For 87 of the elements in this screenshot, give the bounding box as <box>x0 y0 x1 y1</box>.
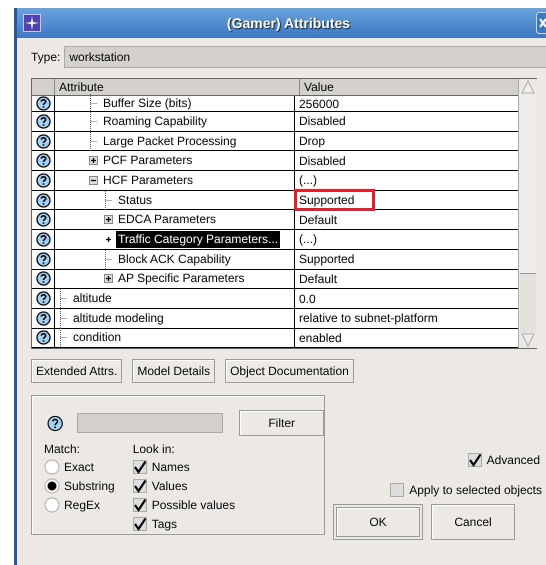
type-field[interactable]: workstation <box>64 46 546 68</box>
checkbox-label[interactable]: Possible values <box>152 498 236 512</box>
checkbox[interactable] <box>468 452 482 467</box>
attribute-value[interactable]: (...) <box>297 231 319 248</box>
help-icon[interactable] <box>36 114 50 129</box>
window-title: (Gamer) Attributes <box>226 15 350 31</box>
help-icon[interactable] <box>47 414 64 432</box>
attribute-name[interactable]: Large Packet Processing <box>101 132 238 150</box>
column-header[interactable]: Attribute <box>55 79 300 95</box>
checkbox-label[interactable]: Values <box>152 478 188 493</box>
attribute-value[interactable]: Supported <box>297 192 372 208</box>
expander-icon[interactable] <box>104 274 113 284</box>
tree-connector <box>59 289 68 308</box>
attribute-name[interactable]: Buffer Size (bits) <box>101 95 194 112</box>
help-icon[interactable] <box>36 96 50 111</box>
checkbox[interactable] <box>390 482 404 497</box>
radio-button[interactable] <box>44 478 60 494</box>
attribute-name[interactable]: altitude modeling <box>71 310 166 327</box>
attribute-name[interactable]: altitude <box>71 290 114 308</box>
attribute-value[interactable]: (...) <box>297 172 319 188</box>
checkbox-label[interactable]: Advanced <box>486 452 540 467</box>
tree-connector <box>89 132 98 151</box>
checkbox-label[interactable]: Tags <box>152 516 178 531</box>
checkbox[interactable] <box>132 498 147 512</box>
checkbox[interactable] <box>132 460 147 474</box>
checkbox-label[interactable]: Apply to selected objects <box>409 482 542 497</box>
expander-icon[interactable] <box>89 156 98 166</box>
ok-button[interactable]: OK <box>336 507 420 538</box>
help-icon[interactable] <box>36 310 50 326</box>
option-label[interactable]: Exact <box>64 460 94 474</box>
attribute-value[interactable]: 256000 <box>297 96 342 112</box>
attribute-value[interactable]: enabled <box>297 330 344 346</box>
attribute-name[interactable]: HCF Parameters <box>101 172 196 189</box>
scrollbar[interactable] <box>518 79 537 348</box>
help-icon[interactable] <box>36 271 50 286</box>
help-icon[interactable] <box>36 172 50 188</box>
cancel-button[interactable]: Cancel <box>431 504 515 540</box>
attribute-value[interactable]: Default <box>297 270 340 287</box>
attribute-value[interactable]: Default <box>297 212 340 228</box>
filter-field[interactable] <box>77 413 224 434</box>
tree-connector <box>104 190 113 210</box>
attribute-value[interactable]: Disabled <box>297 152 348 169</box>
action-button[interactable]: Object Documentation <box>225 359 354 384</box>
tree-connector <box>59 308 68 328</box>
option-label[interactable]: RegEx <box>64 498 100 512</box>
type-label: Type: <box>31 50 60 64</box>
help-icon[interactable] <box>36 291 50 306</box>
attribute-value[interactable]: Disabled <box>297 113 348 130</box>
radio-button[interactable] <box>44 458 60 475</box>
tree-connector <box>104 250 113 269</box>
action-button[interactable]: Extended Attrs. <box>31 359 122 384</box>
action-button[interactable]: Model Details <box>132 359 216 384</box>
help-icon[interactable] <box>36 232 50 247</box>
help-icon[interactable] <box>36 330 50 346</box>
checkbox[interactable] <box>132 516 147 531</box>
attribute-name[interactable]: Status <box>116 192 154 209</box>
star-icon <box>23 14 41 32</box>
attribute-name[interactable]: Traffic Category Parameters... <box>116 230 280 248</box>
scroll-down-icon[interactable] <box>520 332 536 348</box>
column-header[interactable]: Value <box>300 79 518 95</box>
option-label[interactable]: Substring <box>64 478 115 493</box>
attribute-value[interactable]: relative to subnet-platform <box>297 310 440 326</box>
attribute-name[interactable]: EDCA Parameters <box>116 211 218 228</box>
look-in-label: Look in: <box>132 442 176 456</box>
attribute-name[interactable]: Block ACK Capability <box>116 250 233 268</box>
close-icon[interactable] <box>536 12 546 34</box>
help-icon[interactable] <box>36 252 50 267</box>
checkbox-label[interactable]: Names <box>152 460 190 474</box>
attribute-name[interactable]: PCF Parameters <box>101 152 194 170</box>
help-icon[interactable] <box>36 212 50 228</box>
tree-connector <box>89 112 98 131</box>
help-icon[interactable] <box>36 192 50 208</box>
match-label: Match: <box>44 442 82 456</box>
expander-icon[interactable] <box>104 215 113 224</box>
attribute-name[interactable]: AP Specific Parameters <box>116 270 246 288</box>
attribute-value[interactable]: Supported <box>297 251 356 268</box>
attribute-name[interactable]: Roaming Capability <box>101 112 210 130</box>
checkbox[interactable] <box>132 478 147 493</box>
filter-button[interactable]: Filter <box>239 410 324 436</box>
expander-icon[interactable] <box>104 234 113 244</box>
attribute-name[interactable]: condition <box>71 329 124 346</box>
radio-button[interactable] <box>44 496 60 513</box>
expander-icon[interactable] <box>89 176 98 185</box>
attribute-value[interactable]: Drop <box>297 133 328 150</box>
attribute-value[interactable]: 0.0 <box>297 290 318 307</box>
help-icon[interactable] <box>36 153 50 168</box>
help-icon[interactable] <box>36 134 50 149</box>
